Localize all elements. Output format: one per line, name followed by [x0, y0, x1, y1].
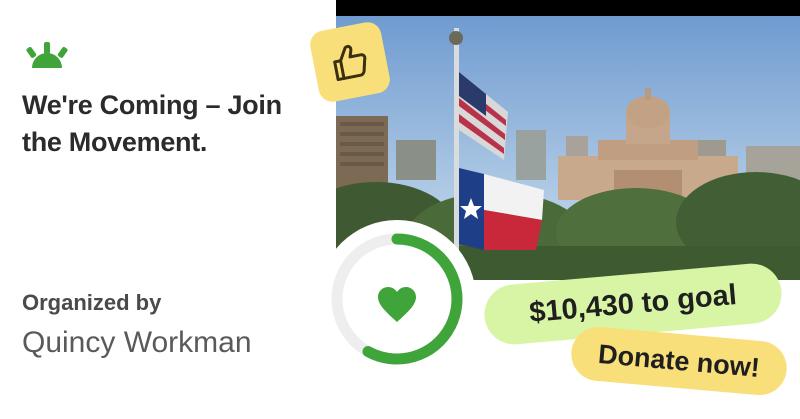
donate-now-label: Donate now! — [597, 338, 762, 383]
organizer-name: Quincy Workman — [22, 326, 252, 359]
organizer-label: Organized by — [22, 290, 162, 315]
campaign-title: We're Coming – Join the Movement. — [22, 90, 282, 157]
sunrise-logo-icon — [22, 38, 72, 70]
heart-icon — [378, 287, 416, 322]
donation-progress-ring — [331, 233, 463, 365]
goal-remaining-text: $10,430 to goal — [527, 278, 738, 329]
thumbs-up-badge — [307, 19, 393, 105]
donate-now-button[interactable]: Donate now! — [569, 324, 789, 398]
thumbs-up-icon — [333, 44, 367, 82]
